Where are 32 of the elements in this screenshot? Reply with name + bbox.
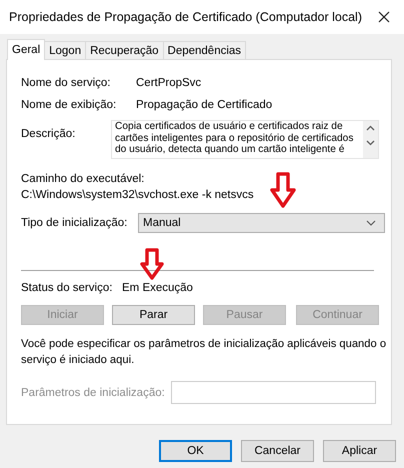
field-label: Nome do serviço: <box>21 77 112 89</box>
dialog-button[interactable]: Aplicar <box>323 440 396 462</box>
tab[interactable]: Dependências <box>162 41 246 59</box>
close-icon[interactable] <box>378 11 390 23</box>
path-text: C:\Windows\system32\svchost.exe -k netsvcs <box>21 188 255 203</box>
field-label: Descrição: <box>21 127 76 140</box>
scroll-up-icon[interactable] <box>366 125 375 131</box>
tab[interactable]: Geral <box>7 39 46 60</box>
field-label: Tipo de inicialização: <box>21 217 128 229</box>
field-value: CertPropSvc <box>136 77 202 89</box>
field-value: Propagação de Certificado <box>136 99 272 111</box>
description-box[interactable]: Copia certificados de usuário e certificados raiz de cartões inteligentes para o repositório de certificados do usuário, detecta quando um cartão inteligente é <box>111 120 379 159</box>
dialog-button[interactable]: Cancelar <box>241 440 314 462</box>
hint-text: Você pode especificar os parâmetros de inicialização aplicáveis quando o serviço é iniciado aqui. <box>21 337 388 368</box>
window-title: Propriedades de Propagação de Certificado (Computador local) <box>9 10 362 24</box>
field-label: Parâmetros de inicialização: <box>21 386 166 398</box>
field-label: Caminho do executável: <box>21 172 146 187</box>
tab[interactable]: Logon <box>44 41 86 59</box>
startup-type-dropdown[interactable]: Manual <box>138 213 385 233</box>
scroll-down-icon[interactable] <box>366 140 375 146</box>
description-line: cartões inteligentes para o repositório de certificados <box>115 132 354 144</box>
arrow-down-icon <box>270 172 296 208</box>
description-line: do usuário, detecta quando um cartão inteligente é <box>115 144 346 156</box>
service-button[interactable]: Parar <box>112 305 195 325</box>
arrow-down-icon <box>140 248 164 280</box>
field-label: Status do serviço: <box>21 282 114 294</box>
tab[interactable]: Recuperação <box>85 41 164 59</box>
dialog-button[interactable]: OK <box>159 440 232 462</box>
description-line: Copia certificados de usuário e certificados raiz de <box>115 121 344 132</box>
field-label: Nome de exibição: <box>21 99 118 111</box>
chevron-down-icon <box>366 220 376 226</box>
status-value: Em Execução <box>122 282 193 294</box>
